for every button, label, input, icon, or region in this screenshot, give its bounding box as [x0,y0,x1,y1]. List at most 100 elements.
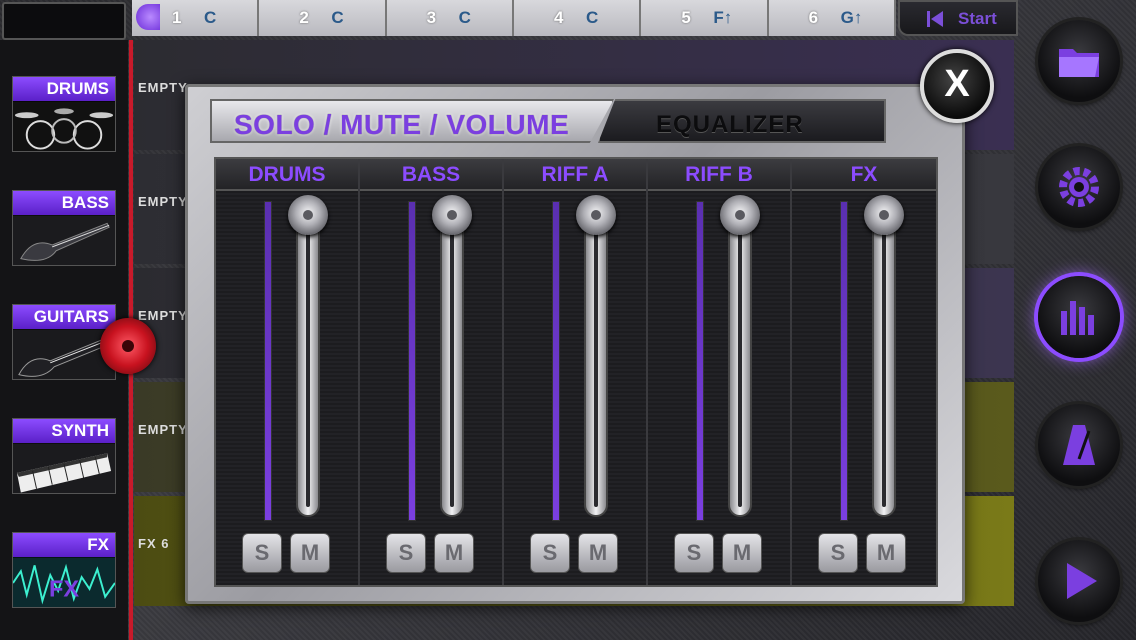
instrument-fx[interactable]: FX FX [12,532,116,608]
volume-fader-track[interactable] [296,207,320,517]
drum-kit-icon [13,101,115,151]
level-meter [840,201,848,521]
volume-fader-knob[interactable] [576,195,616,235]
channel-strip: DRUMS S M [216,159,360,585]
channel-header: DRUMS [216,159,358,191]
mute-button[interactable]: M [578,533,618,573]
close-button[interactable]: X [920,49,994,123]
level-meter [408,201,416,521]
channel-header: RIFF A [504,159,646,191]
bar-number: 2 [299,8,309,27]
playhead-handle[interactable] [100,318,156,374]
level-meter-fill [841,202,847,520]
solo-button[interactable]: S [530,533,570,573]
skip-to-start-icon [927,11,943,27]
metronome-icon [1063,425,1095,465]
bar-5[interactable]: 5 F↑ [641,0,769,36]
track-label: EMPTY [138,194,188,209]
bar-chord: C [204,8,217,27]
fader-slot [738,217,742,507]
bar-chord: G↑ [840,8,863,27]
instrument-drums[interactable]: DRUMS [12,76,116,152]
metronome-button[interactable] [1038,404,1120,486]
channel-name: DRUMS [248,163,326,186]
fx-waveform-icon: FX [13,557,115,607]
fader-slot [450,217,454,507]
instrument-label: GUITARS [13,305,115,329]
instrument-label: DRUMS [13,77,115,101]
start-label: Start [958,9,997,28]
app-root: 1 C 2 C 3 C 4 C 5 F↑ 6 G↑ Start DRUMS BA… [0,0,1136,640]
mute-button[interactable]: M [290,533,330,573]
instrument-label: SYNTH [13,419,115,443]
bass-guitar-icon [13,215,115,265]
play-icon [1067,563,1097,599]
volume-fader-track[interactable] [584,207,608,517]
bar-1[interactable]: 1 C [132,0,260,36]
bar-4[interactable]: 4 C [513,0,642,36]
level-meter [552,201,560,521]
play-button[interactable] [1038,540,1120,622]
track-label: EMPTY [138,80,188,95]
mixer-channels: DRUMS S M BASS S M RIFF A S M RIFF B S M… [214,157,938,587]
fader-slot [306,217,310,507]
channel-name: RIFF A [541,163,609,186]
fader-slot [882,217,886,507]
bar-chord: C [585,8,599,27]
bar-6[interactable]: 6 G↑ [768,0,896,36]
channel-name: FX [850,163,878,186]
solo-button[interactable]: S [818,533,858,573]
solo-button[interactable]: S [674,533,714,573]
mixer-icon [1061,301,1094,335]
bar-number: 1 [172,8,182,27]
bar-number: 4 [553,8,564,27]
track-label: EMPTY [138,422,188,437]
level-meter-fill [553,202,559,520]
bar-timeline: 1 C 2 C 3 C 4 C 5 F↑ 6 G↑ [132,0,896,36]
instrument-label: BASS [13,191,115,215]
channel-strip: FX S M [792,159,936,585]
volume-fader-track[interactable] [872,207,896,517]
volume-fader-knob[interactable] [720,195,760,235]
channel-header: BASS [360,159,502,191]
solo-button[interactable]: S [386,533,426,573]
mute-button[interactable]: M [434,533,474,573]
channel-name: BASS [401,163,461,186]
tab-label: SOLO / MUTE / VOLUME [234,109,570,140]
mute-button[interactable]: M [722,533,762,573]
mixer-button[interactable] [1038,276,1120,358]
mute-button[interactable]: M [866,533,906,573]
bar-chord: C [331,8,344,27]
settings-button[interactable] [1038,146,1120,228]
electric-guitar-icon [13,329,115,379]
instrument-label: FX [13,533,115,557]
folder-icon [1059,49,1099,77]
tab-solo-mute-volume[interactable]: SOLO / MUTE / VOLUME [210,99,614,143]
tab-equalizer[interactable]: EQUALIZER [598,99,886,143]
channel-name: RIFF B [685,163,753,186]
close-icon: X [944,63,970,105]
volume-fader-knob[interactable] [288,195,328,235]
bar-chord: C [458,8,471,27]
start-button[interactable]: Start [898,0,1018,36]
volume-fader-track[interactable] [440,207,464,517]
bar-number: 3 [426,8,437,27]
bar-chord: F↑ [713,8,733,27]
volume-fader-knob[interactable] [864,195,904,235]
bar-2[interactable]: 2 C [259,0,387,36]
bar-number: 6 [808,8,819,27]
instrument-synth[interactable]: SYNTH [12,418,116,494]
bar-3[interactable]: 3 C [386,0,514,36]
open-folder-button[interactable] [1038,20,1120,102]
level-meter-fill [697,202,703,520]
channel-strip: BASS S M [360,159,504,585]
volume-fader-track[interactable] [728,207,752,517]
instrument-bass[interactable]: BASS [12,190,116,266]
tab-label: EQUALIZER [656,111,804,138]
level-meter-fill [409,202,415,520]
solo-button[interactable]: S [242,533,282,573]
track-label: FX 6 [138,536,170,551]
gear-icon [1059,167,1099,207]
fader-slot [594,217,598,507]
volume-fader-knob[interactable] [432,195,472,235]
